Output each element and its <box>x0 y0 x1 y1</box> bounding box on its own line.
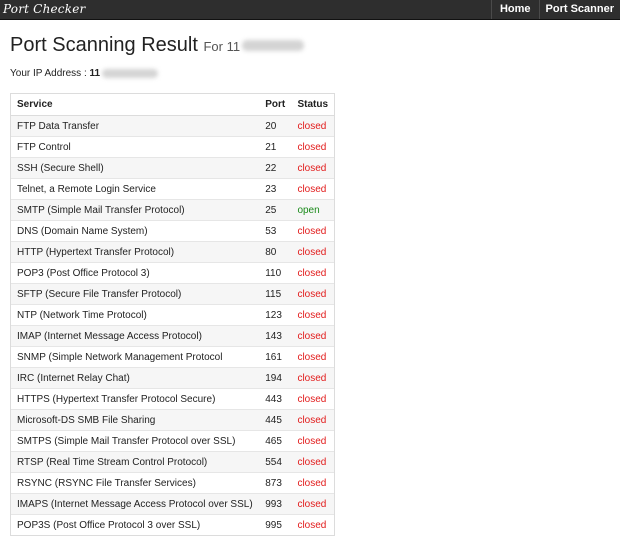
status-cell: closed <box>291 451 334 473</box>
port-cell: 445 <box>259 409 292 431</box>
port-cell: 993 <box>259 493 292 515</box>
service-cell: DNS (Domain Name System) <box>11 220 260 242</box>
service-cell: POP3 (Post Office Protocol 3) <box>11 262 260 284</box>
top-navbar: Port Checker Home Port Scanner <box>0 0 620 20</box>
service-cell: IMAP (Internet Message Access Protocol) <box>11 325 260 347</box>
table-row: SFTP (Secure File Transfer Protocol) 115 c… <box>11 283 334 305</box>
table-header-row: Service Port Status <box>11 94 334 116</box>
port-cell: 995 <box>259 514 292 535</box>
table-row: POP3S (Post Office Protocol 3 over SSL) 9… <box>11 514 334 535</box>
port-cell: 443 <box>259 388 292 410</box>
table-row: RTSP (Real Time Stream Control Protocol)… <box>11 451 334 473</box>
service-cell: SSH (Secure Shell) <box>11 157 260 179</box>
service-cell: Microsoft-DS SMB File Sharing <box>11 409 260 431</box>
service-cell: SMTP (Simple Mail Transfer Protocol) <box>11 199 260 221</box>
status-cell: closed <box>291 430 334 452</box>
port-cell: 465 <box>259 430 292 452</box>
column-header-service: Service <box>11 94 260 116</box>
port-results-table: Service Port Status FTP Data Transfer 20 c… <box>10 93 335 536</box>
status-cell: closed <box>291 346 334 368</box>
table-row: SNMP (Simple Network Management Protocol… <box>11 346 334 368</box>
status-cell: closed <box>291 115 334 137</box>
service-cell: IMAPS (Internet Message Access Protocol … <box>11 493 260 515</box>
service-cell: RSYNC (RSYNC File Transfer Services) <box>11 472 260 494</box>
status-cell: closed <box>291 388 334 410</box>
status-cell: closed <box>291 283 334 305</box>
page-title-text: Port Scanning Result <box>10 34 198 56</box>
table-row: IRC (Internet Relay Chat) 194 closed <box>11 367 334 389</box>
service-cell: SNMP (Simple Network Management Protocol <box>11 346 260 368</box>
service-cell: HTTPS (Hypertext Transfer Protocol Secur… <box>11 388 260 410</box>
port-cell: 23 <box>259 178 292 200</box>
nav-links: Home Port Scanner <box>490 0 620 19</box>
redacted-ip <box>102 68 159 78</box>
status-cell: closed <box>291 136 334 158</box>
status-cell: closed <box>291 409 334 431</box>
table-row: FTP Control 21 closed <box>11 136 334 158</box>
status-cell: closed <box>291 325 334 347</box>
status-cell: closed <box>291 262 334 284</box>
ip-address-value: 11 <box>89 68 101 79</box>
status-cell: closed <box>291 472 334 494</box>
service-cell: FTP Data Transfer <box>11 115 260 137</box>
port-cell: 80 <box>259 241 292 263</box>
table-row: SSH (Secure Shell) 22 closed <box>11 157 334 179</box>
column-header-status: Status <box>291 94 334 116</box>
table-row: HTTPS (Hypertext Transfer Protocol Secur… <box>11 388 334 410</box>
table-row: DNS (Domain Name System) 53 closed <box>11 220 334 242</box>
port-cell: 25 <box>259 199 292 221</box>
service-cell: POP3S (Post Office Protocol 3 over SSL) <box>11 514 260 535</box>
table-row: SMTP (Simple Mail Transfer Protocol) 25 op… <box>11 199 334 221</box>
table-row: FTP Data Transfer 20 closed <box>11 115 334 137</box>
port-cell: 20 <box>259 115 292 137</box>
status-cell: closed <box>291 220 334 242</box>
service-cell: SFTP (Secure File Transfer Protocol) <box>11 283 260 305</box>
port-cell: 554 <box>259 451 292 473</box>
status-cell: closed <box>291 304 334 326</box>
service-cell: NTP (Network Time Protocol) <box>11 304 260 326</box>
port-cell: 21 <box>259 136 292 158</box>
port-cell: 161 <box>259 346 292 368</box>
port-cell: 123 <box>259 304 292 326</box>
table-row: SMTPS (Simple Mail Transfer Protocol ove… <box>11 430 334 452</box>
table-row: Telnet, a Remote Login Service 23 closed <box>11 178 334 200</box>
service-cell: SMTPS (Simple Mail Transfer Protocol ove… <box>11 430 260 452</box>
status-cell: closed <box>291 367 334 389</box>
page-title: Port Scanning Result For 11 <box>10 34 305 57</box>
port-cell: 873 <box>259 472 292 494</box>
ip-address-line: Your IP Address : 11 <box>10 68 159 79</box>
status-cell: open <box>291 199 334 221</box>
service-cell: HTTP (Hypertext Transfer Protocol) <box>11 241 260 263</box>
table-row: RSYNC (RSYNC File Transfer Services) 873 c… <box>11 472 334 494</box>
nav-home-link[interactable]: Home <box>490 0 539 19</box>
brand-logo[interactable]: Port Checker <box>3 2 85 16</box>
status-cell: closed <box>291 178 334 200</box>
port-cell: 115 <box>259 283 292 305</box>
target-for-label: For 11 <box>203 39 241 54</box>
table-row: POP3 (Post Office Protocol 3) 110 closed <box>11 262 334 284</box>
table-row: NTP (Network Time Protocol) 123 closed <box>11 304 334 326</box>
status-cell: closed <box>291 157 334 179</box>
service-cell: Telnet, a Remote Login Service <box>11 178 260 200</box>
service-cell: RTSP (Real Time Stream Control Protocol) <box>11 451 260 473</box>
port-cell: 110 <box>259 262 292 284</box>
table-row: HTTP (Hypertext Transfer Protocol) 80 clos… <box>11 241 334 263</box>
table-row: IMAPS (Internet Message Access Protocol … <box>11 493 334 515</box>
table-body: FTP Data Transfer 20 closed FTP Control 21 cl… <box>11 115 334 535</box>
service-cell: IRC (Internet Relay Chat) <box>11 367 260 389</box>
service-cell: FTP Control <box>11 136 260 158</box>
status-cell: closed <box>291 241 334 263</box>
status-cell: closed <box>291 493 334 515</box>
column-header-port: Port <box>259 94 292 116</box>
redacted-target-ip <box>242 40 305 52</box>
nav-port-scanner-link[interactable]: Port Scanner <box>538 0 620 19</box>
port-cell: 194 <box>259 367 292 389</box>
port-cell: 22 <box>259 157 292 179</box>
status-cell: closed <box>291 514 334 535</box>
table-row: IMAP (Internet Message Access Protocol) 1… <box>11 325 334 347</box>
port-cell: 53 <box>259 220 292 242</box>
port-cell: 143 <box>259 325 292 347</box>
table-row: Microsoft-DS SMB File Sharing 445 closed <box>11 409 334 431</box>
ip-address-label: Your IP Address : <box>10 68 90 79</box>
